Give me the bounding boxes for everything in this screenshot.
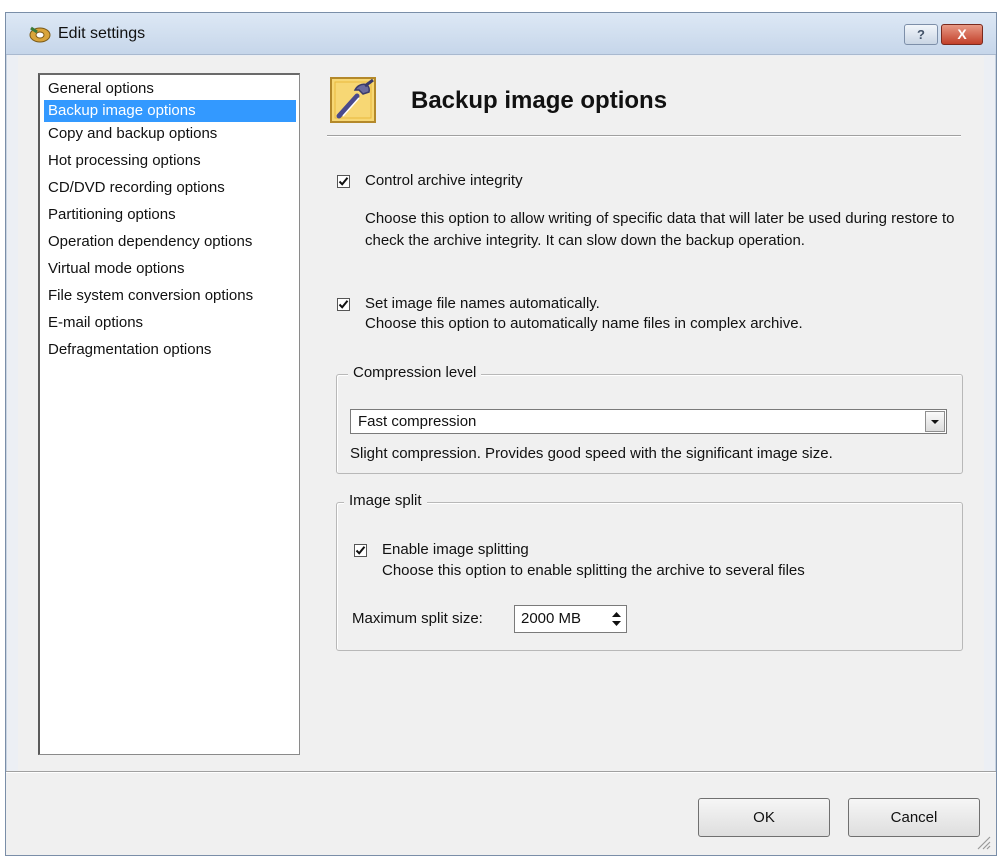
close-button[interactable]: X — [941, 24, 983, 45]
enable-image-splitting-label[interactable]: Enable image splitting — [382, 541, 529, 558]
nav-item-defragmentation-options[interactable]: Defragmentation options — [44, 339, 298, 361]
checkmark-icon — [338, 177, 349, 186]
app-icon — [29, 26, 51, 43]
nav-item-partitioning-options[interactable]: Partitioning options — [44, 204, 298, 226]
control-integrity-label[interactable]: Control archive integrity — [365, 172, 523, 189]
checkmark-icon — [355, 546, 366, 555]
resize-grip-icon[interactable] — [972, 831, 992, 851]
dropdown-button[interactable] — [925, 411, 945, 432]
cancel-button[interactable]: Cancel — [848, 798, 980, 837]
auto-file-names-checkbox[interactable] — [337, 298, 350, 311]
nav-item-backup-image-options[interactable]: Backup image options — [44, 100, 296, 122]
auto-file-names-description: Choose this option to automatically name… — [365, 315, 803, 332]
ok-button[interactable]: OK — [698, 798, 830, 837]
nav-item-general-options[interactable]: General options — [44, 78, 298, 100]
nav-item-file-system-conversion-options[interactable]: File system conversion options — [44, 285, 298, 307]
nav-item-operation-dependency-options[interactable]: Operation dependency options — [44, 231, 298, 253]
auto-file-names-label[interactable]: Set image file names automatically. — [365, 295, 600, 312]
chevron-down-icon — [931, 420, 939, 424]
compression-level-description: Slight compression. Provides good speed … — [350, 445, 833, 462]
max-split-size-label: Maximum split size: — [352, 610, 483, 627]
compression-level-value: Fast compression — [358, 413, 477, 430]
nav-item-hot-processing-options[interactable]: Hot processing options — [44, 150, 298, 172]
image-splitting-description: Choose this option to enable splitting t… — [382, 562, 805, 579]
nav-item-virtual-mode-options[interactable]: Virtual mode options — [44, 258, 298, 280]
checkmark-icon — [338, 300, 349, 309]
max-split-size-value[interactable]: 2000 MB — [521, 610, 581, 627]
compression-level-dropdown[interactable]: Fast compression — [350, 409, 947, 434]
title-divider — [327, 135, 961, 137]
nav-item-copy-and-backup-options[interactable]: Copy and backup options — [44, 123, 298, 145]
options-category-list[interactable]: General options Backup image options Cop… — [38, 73, 300, 755]
nav-item-cd-dvd-recording-options[interactable]: CD/DVD recording options — [44, 177, 298, 199]
spin-arrows-icon[interactable] — [608, 607, 625, 631]
close-icon: X — [957, 26, 967, 42]
dialog-footer: OK Cancel — [6, 773, 996, 855]
nav-item-email-options[interactable]: E-mail options — [44, 312, 298, 334]
max-split-size-spinner[interactable]: 2000 MB — [514, 605, 627, 633]
title-bar[interactable]: Edit settings ? X — [6, 13, 996, 55]
edit-settings-dialog: Edit settings ? X General options Backup… — [5, 12, 997, 856]
help-button[interactable]: ? — [904, 24, 938, 45]
settings-tools-icon — [330, 77, 376, 123]
panel-title: Backup image options — [411, 87, 668, 114]
control-integrity-description: Choose this option to allow writing of s… — [365, 210, 955, 249]
help-icon: ? — [917, 27, 925, 42]
enable-image-splitting-checkbox[interactable] — [354, 544, 367, 557]
compression-level-legend: Compression level — [348, 364, 482, 381]
image-split-legend: Image split — [344, 492, 427, 509]
dialog-content: General options Backup image options Cop… — [18, 56, 984, 771]
window-title: Edit settings — [58, 25, 146, 42]
control-integrity-checkbox[interactable] — [337, 175, 350, 188]
